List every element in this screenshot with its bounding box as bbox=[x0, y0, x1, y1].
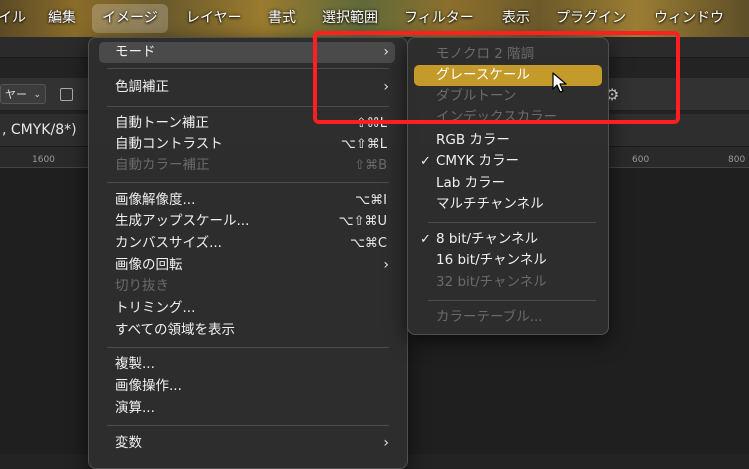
mode-rgb-color[interactable]: RGB カラー bbox=[414, 130, 602, 151]
menu-item-trim[interactable]: トリミング... bbox=[99, 298, 395, 319]
menu-item-apply-image[interactable]: 画像操作... bbox=[99, 376, 395, 397]
submenu-item-label: マルチチャンネル bbox=[436, 196, 544, 212]
menu-separator bbox=[428, 300, 596, 301]
document-title: , CMYK/8*) bbox=[2, 122, 77, 138]
shortcut: ⌥⇧⌘U bbox=[338, 214, 387, 229]
menu-layer[interactable]: レイヤー bbox=[186, 0, 242, 37]
menu-item-label: 演算... bbox=[115, 400, 155, 416]
menu-item-label: 切り抜き bbox=[115, 278, 169, 294]
menu-item-image-rotation[interactable]: 画像の回転 › bbox=[99, 255, 395, 276]
submenu-item-label: Lab カラー bbox=[436, 175, 506, 191]
menu-item-label: 自動カラー補正 bbox=[115, 157, 210, 173]
menu-item-label: 自動トーン補正 bbox=[115, 115, 209, 131]
menu-item-generative-upscale[interactable]: 生成アップスケール... ⌥⇧⌘U bbox=[99, 211, 395, 232]
submenu-item-label: RGB カラー bbox=[436, 132, 510, 148]
menu-edit[interactable]: 編集 bbox=[48, 0, 76, 37]
menu-item-auto-contrast[interactable]: 自動コントラスト ⌥⇧⌘L bbox=[99, 134, 395, 155]
menu-item-label: モード bbox=[115, 44, 156, 60]
menu-file[interactable]: イル bbox=[0, 0, 26, 37]
menu-separator bbox=[107, 347, 389, 348]
mode-dropdown[interactable]: ヤー ⌄ bbox=[0, 84, 46, 104]
menu-item-crop: 切り抜き bbox=[99, 276, 395, 297]
mode-32bit: 32 bit/チャンネル bbox=[414, 272, 602, 293]
dropdown-value: ヤー bbox=[5, 88, 27, 101]
menu-image[interactable]: イメージ bbox=[92, 4, 168, 33]
menu-item-label: 複製... bbox=[115, 356, 155, 372]
menu-item-label: 変数 bbox=[115, 435, 142, 451]
menu-item-label: 画像解像度... bbox=[115, 192, 196, 208]
menu-item-reveal-all[interactable]: すべての領域を表示 bbox=[99, 320, 395, 341]
menu-item-label: トリミング... bbox=[115, 300, 196, 316]
submenu-item-label: CMYK カラー bbox=[436, 153, 519, 169]
submenu-item-label: 8 bit/チャンネル bbox=[436, 231, 539, 247]
shortcut: ⌥⌘C bbox=[349, 236, 387, 251]
ruler-tick: 600 bbox=[632, 155, 650, 165]
chevron-right-icon: › bbox=[383, 435, 389, 451]
menu-item-label: カンバスサイズ... bbox=[115, 235, 222, 251]
menu-item-calculations[interactable]: 演算... bbox=[99, 398, 395, 419]
menu-separator bbox=[107, 425, 389, 426]
menu-item-label: すべての領域を表示 bbox=[115, 322, 236, 338]
menu-item-label: 生成アップスケール... bbox=[115, 213, 250, 229]
menu-type[interactable]: 書式 bbox=[268, 0, 296, 37]
ruler-tick: 1600 bbox=[32, 155, 55, 165]
mode-lab-color[interactable]: Lab カラー bbox=[414, 173, 602, 194]
annotation-highlight-box bbox=[313, 31, 680, 124]
checkmark-icon: ✓ bbox=[420, 154, 431, 169]
ruler-tick: 800 bbox=[728, 155, 746, 165]
menu-item-label: 色調補正 bbox=[115, 79, 169, 95]
mouse-pointer-icon bbox=[552, 72, 567, 93]
mode-16bit[interactable]: 16 bit/チャンネル bbox=[414, 250, 602, 271]
shortcut: ⌥⌘I bbox=[355, 193, 387, 208]
mode-multichannel[interactable]: マルチチャンネル bbox=[414, 194, 602, 215]
checkmark-icon: ✓ bbox=[420, 232, 431, 247]
menu-item-canvas-size[interactable]: カンバスサイズ... ⌥⌘C bbox=[99, 233, 395, 254]
menu-item-label: 画像操作... bbox=[115, 378, 182, 394]
mode-color-table: カラーテーブル... bbox=[414, 307, 602, 328]
submenu-item-label: 16 bit/チャンネル bbox=[436, 252, 547, 268]
submenu-item-label: 32 bit/チャンネル bbox=[436, 274, 547, 290]
mode-cmyk-color[interactable]: ✓ CMYK カラー bbox=[414, 151, 602, 172]
chevron-down-icon: ⌄ bbox=[33, 90, 41, 100]
menu-item-label: 画像の回転 bbox=[115, 257, 183, 273]
option-checkbox[interactable] bbox=[60, 88, 73, 101]
menu-item-duplicate[interactable]: 複製... bbox=[99, 354, 395, 375]
menu-separator bbox=[428, 222, 596, 223]
menu-item-variables[interactable]: 変数 › bbox=[99, 433, 395, 454]
submenu-item-label: カラーテーブル... bbox=[436, 309, 543, 325]
menu-item-image-size[interactable]: 画像解像度... ⌥⌘I bbox=[99, 190, 395, 211]
menu-item-auto-color: 自動カラー補正 ⇧⌘B bbox=[99, 155, 395, 176]
menu-item-label: 自動コントラスト bbox=[115, 136, 223, 152]
mode-8bit[interactable]: ✓ 8 bit/チャンネル bbox=[414, 229, 602, 250]
shortcut: ⌥⇧⌘L bbox=[340, 137, 387, 152]
menu-separator bbox=[107, 182, 389, 183]
chevron-right-icon: › bbox=[383, 257, 389, 273]
shortcut: ⇧⌘B bbox=[354, 158, 387, 173]
